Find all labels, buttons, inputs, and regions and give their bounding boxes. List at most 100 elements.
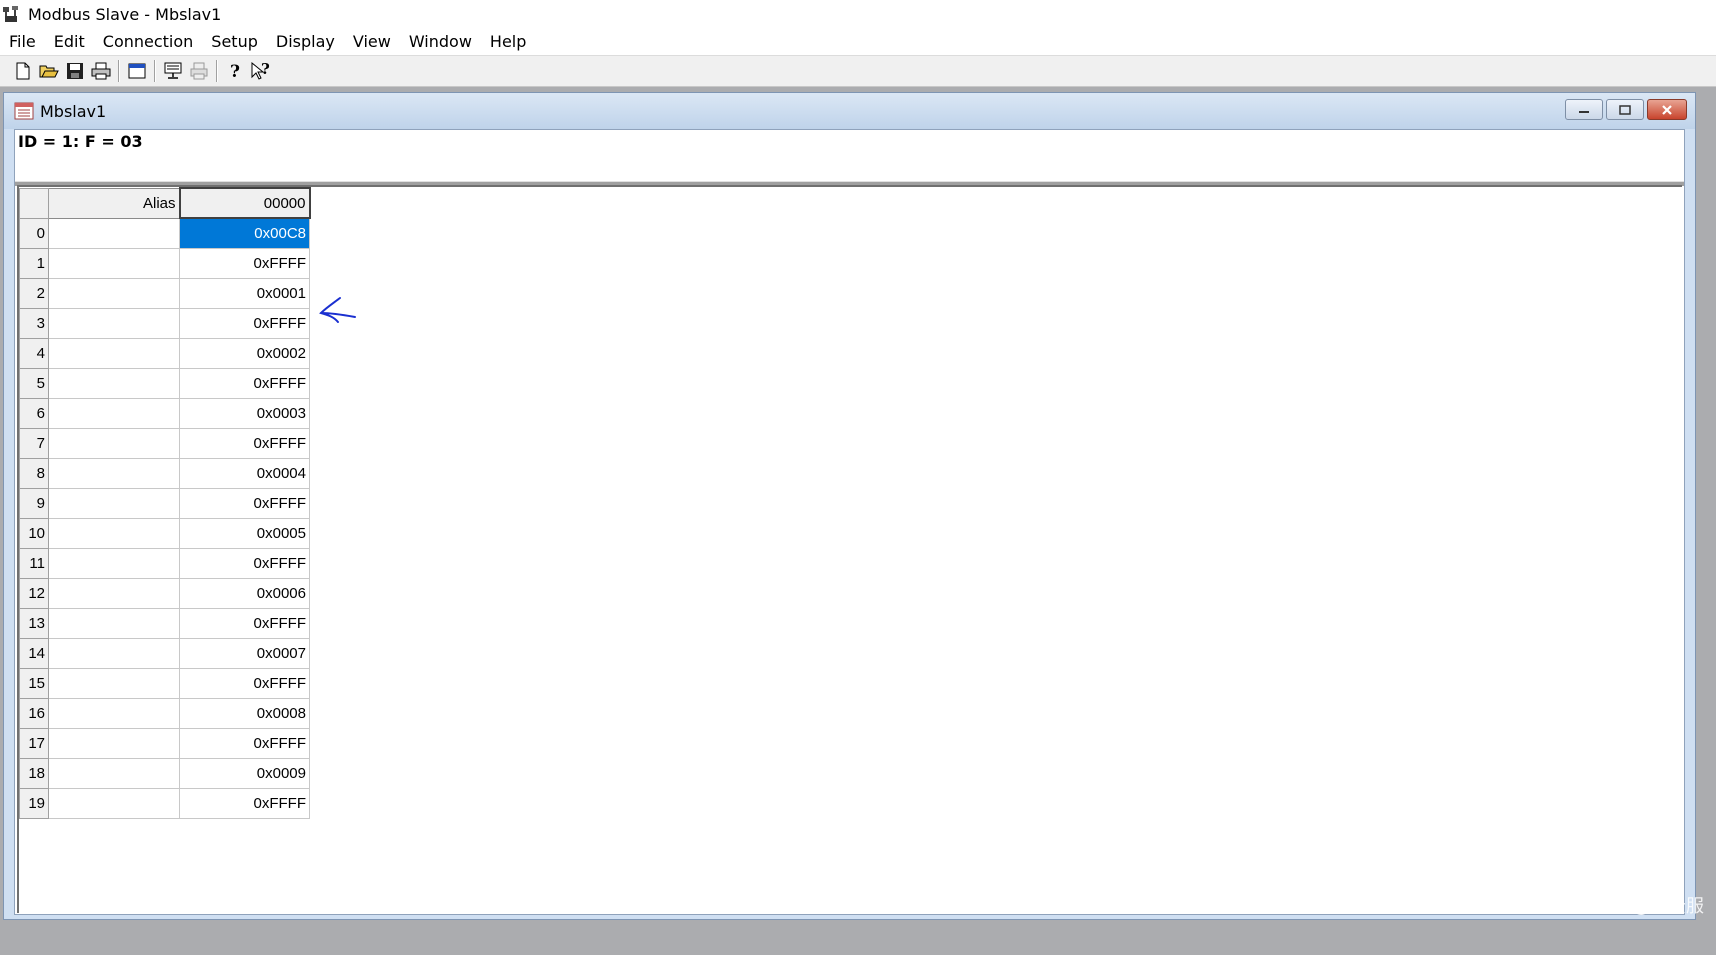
print-icon[interactable] bbox=[88, 58, 114, 84]
save-icon[interactable] bbox=[62, 58, 88, 84]
grid-corner[interactable] bbox=[19, 187, 49, 219]
row-number[interactable]: 17 bbox=[19, 727, 49, 759]
row-number[interactable]: 16 bbox=[19, 697, 49, 729]
alias-cell[interactable] bbox=[48, 457, 180, 489]
row-number[interactable]: 18 bbox=[19, 757, 49, 789]
open-icon[interactable] bbox=[36, 58, 62, 84]
app-titlebar: Modbus Slave - Mbslav1 bbox=[0, 0, 1716, 28]
svg-text:?: ? bbox=[230, 62, 240, 81]
row-number[interactable]: 7 bbox=[19, 427, 49, 459]
menu-window[interactable]: Window bbox=[400, 28, 481, 55]
register-value-cell[interactable]: 0xFFFF bbox=[179, 787, 310, 819]
table-row: 11 0xFFFF bbox=[19, 547, 310, 579]
row-number[interactable]: 4 bbox=[19, 337, 49, 369]
table-row: 17 0xFFFF bbox=[19, 727, 310, 759]
alias-cell[interactable] bbox=[48, 247, 180, 279]
register-value-cell[interactable]: 0xFFFF bbox=[179, 727, 310, 759]
toolbar: ? ? bbox=[0, 56, 1716, 87]
minimize-button[interactable] bbox=[1565, 99, 1603, 120]
menu-setup[interactable]: Setup bbox=[202, 28, 267, 55]
row-number[interactable]: 14 bbox=[19, 637, 49, 669]
register-value-cell[interactable]: 0x0008 bbox=[179, 697, 310, 729]
alias-cell[interactable] bbox=[48, 397, 180, 429]
row-number[interactable]: 0 bbox=[19, 217, 49, 249]
alias-cell[interactable] bbox=[48, 637, 180, 669]
row-number[interactable]: 6 bbox=[19, 397, 49, 429]
table-row: 5 0xFFFF bbox=[19, 367, 310, 399]
menu-help[interactable]: Help bbox=[481, 28, 535, 55]
row-number[interactable]: 10 bbox=[19, 517, 49, 549]
table-row: 8 0x0004 bbox=[19, 457, 310, 489]
new-icon[interactable] bbox=[10, 58, 36, 84]
document-grid-icon bbox=[14, 102, 34, 120]
context-help-icon[interactable]: ? bbox=[248, 58, 274, 84]
monitor-icon[interactable] bbox=[160, 58, 186, 84]
alias-cell[interactable] bbox=[48, 487, 180, 519]
register-value-cell[interactable]: 0xFFFF bbox=[179, 607, 310, 639]
menu-display[interactable]: Display bbox=[267, 28, 344, 55]
register-value-cell[interactable]: 0x0007 bbox=[179, 637, 310, 669]
register-value-cell[interactable]: 0x0004 bbox=[179, 457, 310, 489]
row-number[interactable]: 8 bbox=[19, 457, 49, 489]
register-value-cell[interactable]: 0xFFFF bbox=[179, 247, 310, 279]
row-number[interactable]: 12 bbox=[19, 577, 49, 609]
menu-connection[interactable]: Connection bbox=[94, 28, 203, 55]
alias-cell[interactable] bbox=[48, 427, 180, 459]
register-grid-area: Alias 00000 0 0x00C8 1 0xFFFF 2 0x0001 3 0xFFFF… bbox=[17, 185, 1682, 913]
alias-cell[interactable] bbox=[48, 727, 180, 759]
register-value-cell[interactable]: 0x00C8 bbox=[179, 217, 310, 249]
restore-button[interactable] bbox=[1606, 99, 1644, 120]
address-column-header[interactable]: 00000 bbox=[178, 187, 311, 219]
alias-cell[interactable] bbox=[48, 697, 180, 729]
row-number[interactable]: 19 bbox=[19, 787, 49, 819]
alias-cell[interactable] bbox=[48, 787, 180, 819]
alias-cell[interactable] bbox=[48, 337, 180, 369]
menu-edit[interactable]: Edit bbox=[45, 28, 94, 55]
child-window-mbslav1[interactable]: Mbslav1 ID = 1: F = 03 Alias 00000 0 0x0… bbox=[3, 92, 1696, 920]
register-value-cell[interactable]: 0x0009 bbox=[179, 757, 310, 789]
alias-cell[interactable] bbox=[48, 307, 180, 339]
register-value-cell[interactable]: 0x0005 bbox=[179, 517, 310, 549]
row-number[interactable]: 11 bbox=[19, 547, 49, 579]
alias-cell[interactable] bbox=[48, 517, 180, 549]
printer-disabled-icon[interactable] bbox=[186, 58, 212, 84]
table-row: 9 0xFFFF bbox=[19, 487, 310, 519]
row-number[interactable]: 15 bbox=[19, 667, 49, 699]
alias-cell[interactable] bbox=[48, 577, 180, 609]
register-value-cell[interactable]: 0x0001 bbox=[179, 277, 310, 309]
alias-cell[interactable] bbox=[48, 367, 180, 399]
register-grid: Alias 00000 0 0x00C8 1 0xFFFF 2 0x0001 3 0xFFFF… bbox=[19, 187, 311, 819]
row-number[interactable]: 13 bbox=[19, 607, 49, 639]
slave-id-function-label: ID = 1: F = 03 bbox=[18, 132, 143, 151]
alias-column-header[interactable]: Alias bbox=[48, 187, 180, 219]
child-title: Mbslav1 bbox=[40, 101, 107, 121]
register-value-cell[interactable]: 0xFFFF bbox=[179, 427, 310, 459]
close-button[interactable] bbox=[1647, 99, 1687, 120]
child-titlebar[interactable]: Mbslav1 bbox=[4, 93, 1695, 129]
alias-cell[interactable] bbox=[48, 607, 180, 639]
row-number[interactable]: 9 bbox=[19, 487, 49, 519]
register-value-cell[interactable]: 0xFFFF bbox=[179, 367, 310, 399]
alias-cell[interactable] bbox=[48, 277, 180, 309]
menu-file[interactable]: File bbox=[0, 28, 45, 55]
register-value-cell[interactable]: 0x0006 bbox=[179, 577, 310, 609]
alias-cell[interactable] bbox=[48, 757, 180, 789]
alias-cell[interactable] bbox=[48, 547, 180, 579]
menu-view[interactable]: View bbox=[344, 28, 400, 55]
register-value-cell[interactable]: 0xFFFF bbox=[179, 667, 310, 699]
row-number[interactable]: 5 bbox=[19, 367, 49, 399]
row-number[interactable]: 3 bbox=[19, 307, 49, 339]
table-row: 2 0x0001 bbox=[19, 277, 310, 309]
alias-cell[interactable] bbox=[48, 217, 180, 249]
svg-text:?: ? bbox=[261, 61, 270, 78]
register-value-cell[interactable]: 0x0003 bbox=[179, 397, 310, 429]
row-number[interactable]: 1 bbox=[19, 247, 49, 279]
register-value-cell[interactable]: 0x0002 bbox=[179, 337, 310, 369]
help-icon[interactable]: ? bbox=[222, 58, 248, 84]
row-number[interactable]: 2 bbox=[19, 277, 49, 309]
register-value-cell[interactable]: 0xFFFF bbox=[179, 547, 310, 579]
register-value-cell[interactable]: 0xFFFF bbox=[179, 487, 310, 519]
alias-cell[interactable] bbox=[48, 667, 180, 699]
window-icon[interactable] bbox=[124, 58, 150, 84]
register-value-cell[interactable]: 0xFFFF bbox=[179, 307, 310, 339]
